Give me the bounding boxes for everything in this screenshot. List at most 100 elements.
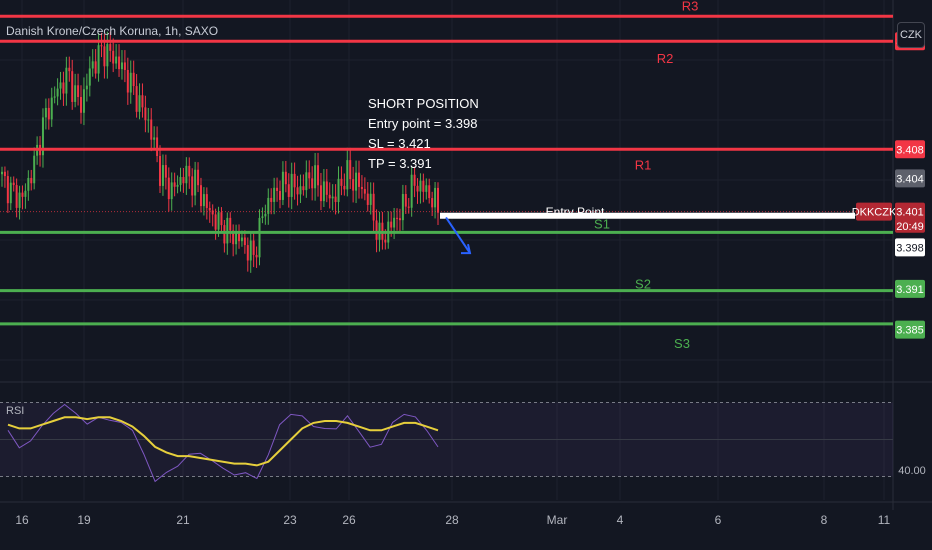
candle-body-89 [261,216,264,218]
candle-body-136 [398,218,401,221]
annotation-line-1: Entry point = 3.398 [368,116,478,131]
annotation-line-0: SHORT POSITION [368,96,479,111]
candle-body-118 [346,160,349,190]
candle-body-96 [281,171,284,200]
candle-body-33 [97,45,100,74]
candle-body-101 [296,187,299,195]
candle-body-77 [226,217,229,244]
candle-body-147 [431,198,434,208]
candle-body-82 [240,237,243,242]
candle-body-26 [77,85,80,98]
candle-body-95 [278,190,281,200]
candle-body-146 [428,185,431,199]
price-label-2: 3.404 [896,173,924,185]
candle-body-1 [3,171,6,177]
time-tick-9: 8 [821,513,828,527]
candle-body-20 [59,82,62,89]
candle-body-144 [422,180,425,192]
candle-body-32 [94,61,97,74]
level-label-r3: R3 [682,0,699,13]
candle-body-0 [1,171,3,175]
candle-body-140 [410,174,413,208]
candle-body-92 [270,197,273,202]
candle-body-128 [375,220,378,240]
candle-body-134 [393,217,396,228]
candle-body-78 [229,217,232,231]
candle-body-84 [246,245,249,261]
candle-body-99 [290,173,293,197]
candle-body-46 [135,86,138,112]
candle-body-112 [328,194,331,199]
candle-body-88 [258,217,261,258]
candle-body-55 [161,165,164,186]
candle-body-58 [170,182,173,200]
price-label-7: 3.391 [896,284,924,296]
candle-body-8 [24,190,27,197]
candle-body-25 [74,85,77,102]
candle-body-48 [141,95,144,108]
rsi-pane: 40.00 [0,402,926,483]
candle-body-119 [349,160,352,180]
candle-body-34 [100,45,103,47]
candle-body-142 [416,185,419,192]
candle-body-24 [71,71,74,102]
candle-body-98 [287,184,290,197]
candle-body-133 [390,221,393,228]
candle-body-50 [147,119,150,121]
chart-canvas: R3R2R1Entry PointS1S2S3 40.00 3.4213.408… [0,0,932,550]
candle-body-62 [182,176,185,184]
candle-body-56 [164,165,167,178]
candle-body-135 [396,217,399,219]
candle-body-54 [159,156,162,186]
candle-body-60 [176,184,179,187]
candle-body-40 [118,56,121,70]
time-tick-4: 26 [342,513,356,527]
candle-body-137 [401,194,404,221]
level-label-s2: S2 [635,277,651,292]
candle-body-66 [194,169,197,196]
price-label-8: 3.385 [896,325,924,337]
candle-body-19 [56,88,59,97]
candle-body-36 [106,44,109,67]
candle-body-143 [419,180,422,192]
candle-body-5 [15,185,18,208]
candle-body-52 [153,137,156,140]
currency-button[interactable]: CZK [897,22,925,48]
candle-body-4 [12,182,15,186]
candle-body-108 [317,165,320,186]
candle-body-53 [156,137,159,157]
candle-body-57 [167,177,170,200]
time-tick-3: 23 [283,513,297,527]
candle-body-39 [115,56,118,64]
candle-body-41 [120,62,123,70]
candle-body-117 [343,185,346,190]
candle-body-116 [340,178,343,186]
candle-body-67 [197,169,200,186]
candle-body-69 [202,194,205,207]
candle-body-122 [357,172,360,187]
candle-body-51 [150,119,153,140]
candle-body-87 [255,254,258,258]
candle-body-74 [217,212,220,230]
candle-body-138 [404,194,407,207]
candle-body-6 [18,192,21,208]
candle-body-72 [211,210,214,215]
candle-body-105 [308,172,311,179]
candle-body-104 [305,172,308,191]
candle-body-131 [384,239,387,243]
candle-body-123 [360,186,363,190]
candle-body-64 [188,165,191,177]
rsi-axis-label: 40.00 [898,465,926,477]
candle-body-111 [325,181,328,195]
candle-body-61 [179,176,182,185]
candle-body-148 [434,187,437,208]
level-label-r2: R2 [657,51,674,66]
candle-body-97 [284,171,287,185]
candle-body-70 [205,194,208,208]
candle-body-73 [214,214,217,230]
candle-body-65 [191,176,194,196]
candle-body-7 [21,192,24,197]
time-tick-8: 6 [715,513,722,527]
candle-body-35 [103,46,106,67]
price-label-6: 3.398 [896,242,924,254]
